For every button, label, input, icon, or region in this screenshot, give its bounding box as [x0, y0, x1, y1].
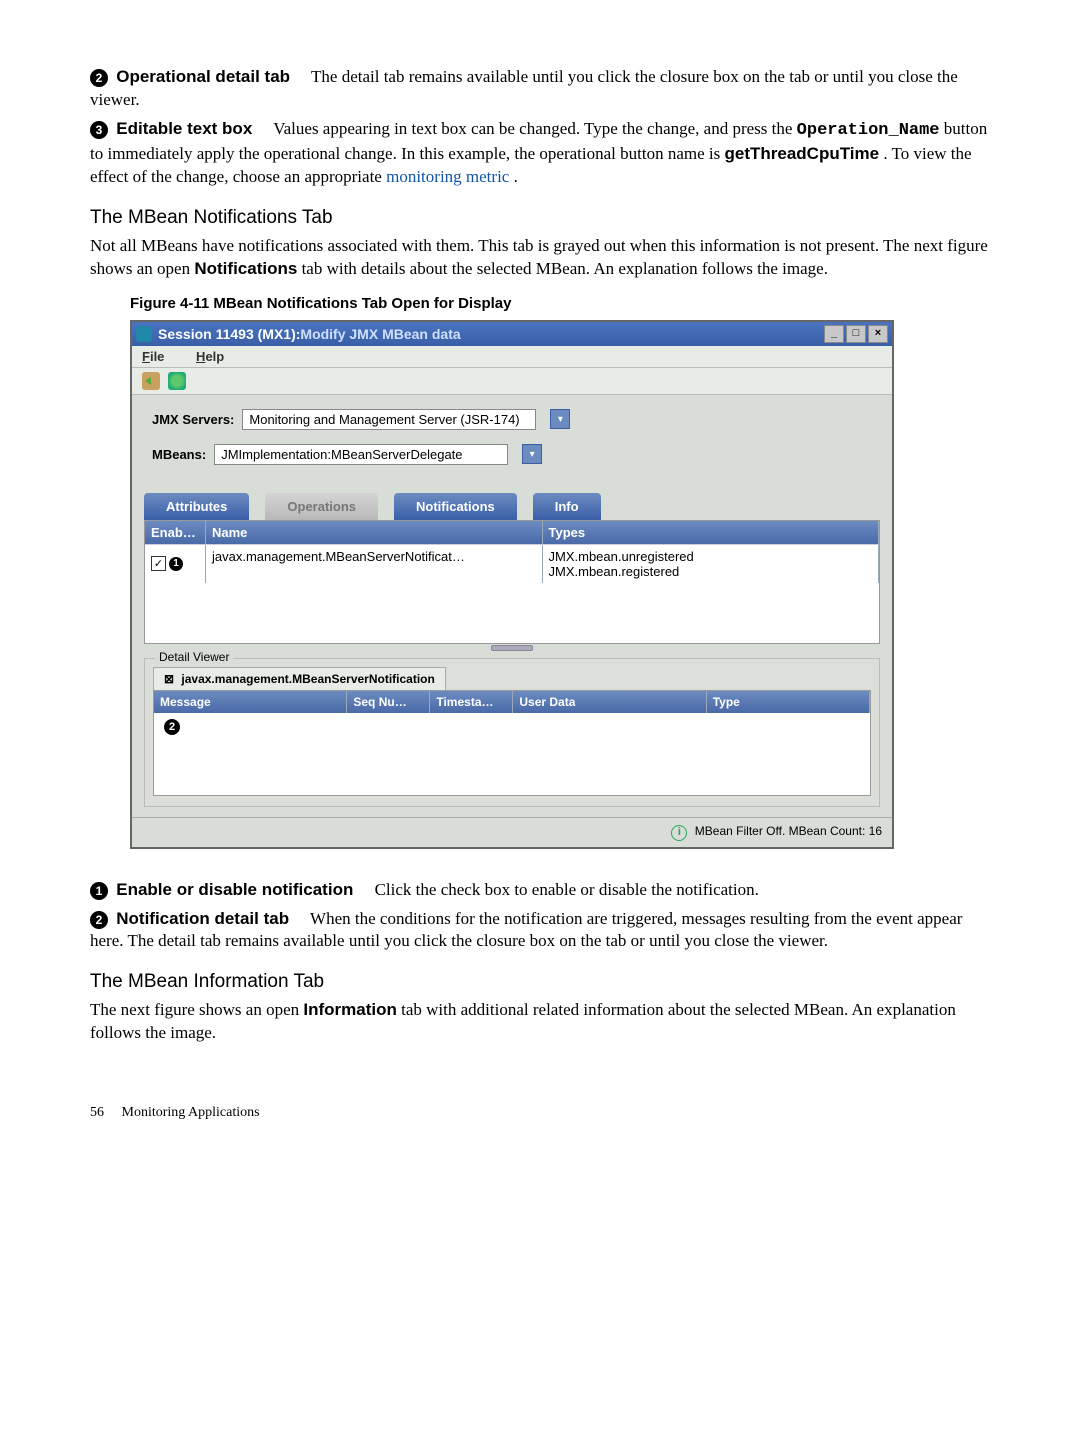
table-empty-area [145, 583, 879, 643]
figure-4-11: Session 11493 (MX1): Modify JMX MBean da… [130, 320, 990, 849]
notifications-intro: Not all MBeans have notifications associ… [90, 235, 990, 281]
col-types[interactable]: Types [543, 521, 880, 544]
jmx-servers-dropdown-icon[interactable]: ▾ [550, 409, 570, 429]
operation-name-literal: Operation_Name [797, 121, 940, 140]
menu-help[interactable]: Help [196, 349, 224, 364]
callout-para-2: 2 Operational detail tab The detail tab … [90, 66, 990, 112]
dcol-message[interactable]: Message [154, 691, 347, 713]
explain-marker-1: 1 [90, 882, 108, 900]
notifications-table: Enab… Name Types ✓ 1 javax.management.MB… [144, 520, 880, 644]
detail-viewer-legend: Detail Viewer [155, 650, 233, 664]
mbeans-value: JMImplementation:MBeanServerDelegate [221, 447, 462, 462]
titlebar[interactable]: Session 11493 (MX1): Modify JMX MBean da… [132, 322, 892, 346]
explain-label-1: Enable or disable notification [116, 880, 353, 899]
refresh-icon[interactable] [168, 372, 186, 390]
jmx-servers-combo[interactable]: Monitoring and Management Server (JSR-17… [242, 409, 536, 430]
callout-para-3: 3 Editable text box Values appearing in … [90, 118, 990, 189]
explain-text-1: Click the check box to enable or disable… [375, 880, 759, 899]
figure-caption: Figure 4-11 MBean Notifications Tab Open… [130, 295, 990, 312]
page-footer: 56 Monitoring Applications [90, 1105, 990, 1121]
detail-tab[interactable]: ⊠ javax.management.MBeanServerNotificati… [153, 667, 446, 690]
callout-marker-2: 2 [90, 69, 108, 87]
callout-label-3: Editable text box [116, 119, 252, 138]
info-icon: i [671, 825, 687, 841]
minimize-button[interactable]: _ [824, 325, 844, 343]
mbeans-dropdown-icon[interactable]: ▾ [522, 444, 542, 464]
detail-viewer: Detail Viewer ⊠ javax.management.MBeanSe… [144, 658, 880, 807]
section-heading-information: The MBean Information Tab [90, 971, 990, 993]
information-intro: The next figure shows an open Informatio… [90, 999, 990, 1045]
dcol-userdata[interactable]: User Data [513, 691, 706, 713]
mbeans-label: MBeans: [152, 447, 206, 462]
dcol-type[interactable]: Type [707, 691, 870, 713]
back-icon[interactable] [142, 372, 160, 390]
jmx-servers-value: Monitoring and Management Server (JSR-17… [249, 412, 519, 427]
monitoring-metric-link[interactable]: monitoring metric [386, 167, 509, 186]
tabs-row: Attributes Operations Notifications Info [144, 493, 892, 520]
statusbar: i MBean Filter Off. MBean Count: 16 [132, 817, 892, 847]
enable-checkbox[interactable]: ✓ [151, 556, 166, 571]
page-number: 56 [90, 1105, 104, 1120]
col-enabled[interactable]: Enab… [145, 521, 206, 544]
row-callout-1: 1 [169, 557, 183, 571]
dcol-timestamp[interactable]: Timesta… [430, 691, 513, 713]
tab-notifications[interactable]: Notifications [394, 493, 517, 520]
title-session: Session 11493 (MX1): [158, 326, 300, 342]
tab-info[interactable]: Info [533, 493, 601, 520]
close-button[interactable]: × [868, 325, 888, 343]
explain-callout-1: 1 Enable or disable notification Click t… [90, 879, 990, 902]
menu-file[interactable]: File [142, 349, 164, 364]
explain-label-2: Notification detail tab [116, 909, 289, 928]
menubar: File Help [132, 346, 892, 368]
callout-label-2: Operational detail tab [116, 67, 290, 86]
tab-attributes[interactable]: Attributes [144, 493, 249, 520]
section-heading-notifications: The MBean Notifications Tab [90, 207, 990, 229]
splitter[interactable] [132, 644, 892, 652]
dcol-seq[interactable]: Seq Nu… [347, 691, 430, 713]
example-button-name: getThreadCpuTime [724, 144, 879, 163]
title-action: Modify JMX MBean data [300, 326, 460, 342]
toolbar [132, 368, 892, 395]
footer-chapter: Monitoring Applications [122, 1105, 260, 1120]
jmx-servers-label: JMX Servers: [152, 412, 234, 427]
row-name: javax.management.MBeanServerNotificat… [206, 545, 543, 583]
explain-callout-2: 2 Notification detail tab When the condi… [90, 908, 990, 954]
tab-operations[interactable]: Operations [265, 493, 378, 520]
row-types: JMX.mbean.unregistered JMX.mbean.registe… [543, 545, 880, 583]
mbeans-combo[interactable]: JMImplementation:MBeanServerDelegate [214, 444, 508, 465]
col-name[interactable]: Name [206, 521, 543, 544]
detail-callout-2: 2 [164, 719, 180, 735]
app-window: Session 11493 (MX1): Modify JMX MBean da… [130, 320, 894, 849]
status-text: MBean Filter Off. MBean Count: 16 [695, 824, 882, 838]
table-row[interactable]: ✓ 1 javax.management.MBeanServerNotifica… [145, 544, 879, 583]
detail-empty-area: 2 [154, 713, 870, 795]
app-icon [136, 326, 152, 342]
detail-tab-title: javax.management.MBeanServerNotification [181, 672, 434, 686]
detail-tab-close-icon[interactable]: ⊠ [164, 672, 174, 686]
explain-marker-2: 2 [90, 911, 108, 929]
maximize-button[interactable]: □ [846, 325, 866, 343]
callout-marker-3: 3 [90, 121, 108, 139]
